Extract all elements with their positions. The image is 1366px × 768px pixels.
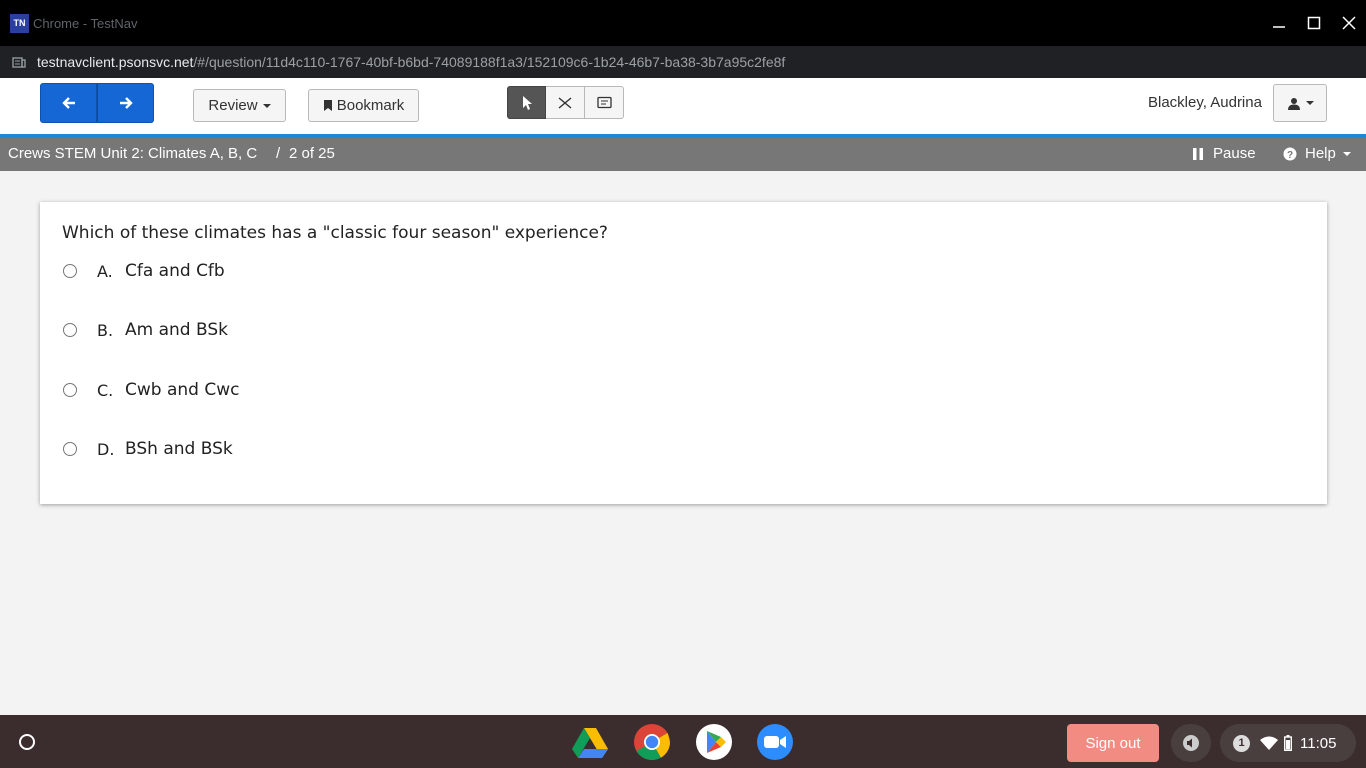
answer-option-a[interactable]: A. Cfa and Cfb	[62, 258, 462, 284]
bookmark-button[interactable]: Bookmark	[308, 89, 419, 122]
battery-icon	[1284, 735, 1292, 751]
sign-out-button[interactable]: Sign out	[1067, 724, 1159, 762]
radio-button[interactable]	[63, 264, 77, 278]
answer-option-b[interactable]: B. Am and BSk	[62, 317, 462, 343]
option-letter: B.	[97, 320, 114, 340]
window-titlebar: TN Chrome - TestNav	[0, 0, 1366, 46]
chevron-down-icon	[1342, 151, 1351, 156]
option-text: BSh and BSk	[125, 439, 233, 459]
eliminator-icon	[558, 96, 572, 109]
radio-button[interactable]	[63, 442, 77, 456]
question-card: Which of these climates has a "classic f…	[40, 202, 1327, 504]
user-icon	[1287, 97, 1300, 110]
os-shelf: Sign out 1 11:05	[0, 715, 1366, 768]
minimize-button[interactable]	[1261, 0, 1296, 46]
pause-icon	[1193, 147, 1203, 160]
chrome-icon[interactable]	[634, 724, 670, 760]
zoom-icon[interactable]	[757, 724, 793, 760]
window-controls	[1261, 0, 1366, 46]
radio-button[interactable]	[63, 383, 77, 397]
help-label: Help	[1305, 145, 1336, 162]
radio-button[interactable]	[63, 323, 77, 337]
chevron-down-icon	[1305, 101, 1314, 105]
site-info-icon[interactable]	[12, 55, 26, 69]
url-text[interactable]: testnavclient.psonsvc.net/#/question/11d…	[37, 54, 785, 70]
speaker-icon	[1183, 735, 1199, 751]
question-prompt: Which of these climates has a "classic f…	[62, 223, 608, 243]
close-button[interactable]	[1331, 0, 1366, 46]
option-letter: D.	[97, 439, 115, 459]
help-icon: ?	[1283, 147, 1297, 161]
arrow-right-icon	[119, 97, 133, 109]
pointer-tool-button[interactable]	[507, 86, 546, 119]
question-progress: 2 of 25	[289, 145, 335, 162]
maximize-icon	[1307, 16, 1320, 30]
chevron-down-icon	[262, 103, 271, 108]
option-text: Cfa and Cfb	[125, 261, 225, 281]
testnav-app-icon: TN	[10, 13, 29, 33]
arrow-left-icon	[61, 97, 75, 109]
test-name: Crews STEM Unit 2: Climates A, B, C	[8, 145, 258, 162]
pointer-icon	[522, 95, 532, 110]
notepad-icon	[596, 96, 612, 108]
launcher-button[interactable]	[12, 727, 42, 757]
answer-eliminator-button[interactable]	[546, 86, 585, 119]
main-content: Which of these climates has a "classic f…	[0, 171, 1366, 715]
url-host: testnavclient.psonsvc.net	[37, 54, 194, 70]
help-button[interactable]: ? Help	[1283, 145, 1351, 162]
review-label: Review	[208, 97, 258, 114]
window-title: Chrome - TestNav	[33, 15, 138, 31]
google-drive-icon[interactable]	[572, 724, 608, 760]
test-separator: /	[276, 145, 281, 162]
navigation-buttons	[40, 83, 154, 123]
select-to-speak-button[interactable]	[1171, 724, 1211, 762]
close-icon	[1341, 16, 1356, 30]
next-button[interactable]	[97, 83, 154, 123]
pause-button[interactable]: Pause	[1193, 145, 1256, 162]
user-menu-button[interactable]	[1273, 84, 1327, 122]
answer-tools	[507, 86, 624, 119]
option-text: Am and BSk	[125, 320, 228, 340]
play-store-icon[interactable]	[696, 724, 732, 760]
notification-count: 1	[1233, 734, 1250, 752]
option-letter: C.	[97, 380, 114, 400]
testnav-toolbar: Review Bookmark Blackley, Audrina	[0, 78, 1366, 134]
test-info-bar: Crews STEM Unit 2: Climates A, B, C / 2 …	[0, 138, 1366, 171]
clock: 11:05	[1300, 734, 1337, 752]
maximize-button[interactable]	[1296, 0, 1331, 46]
url-bar[interactable]: testnavclient.psonsvc.net/#/question/11d…	[0, 46, 1366, 78]
minimize-icon	[1272, 26, 1285, 28]
option-letter: A.	[97, 261, 113, 281]
answer-option-c[interactable]: C. Cwb and Cwc	[62, 377, 462, 403]
previous-button[interactable]	[40, 83, 97, 123]
wifi-icon	[1260, 736, 1278, 750]
option-text: Cwb and Cwc	[125, 380, 240, 400]
bookmark-label: Bookmark	[336, 97, 405, 114]
bookmark-icon	[323, 100, 332, 111]
answer-option-d[interactable]: D. BSh and BSk	[62, 436, 462, 462]
review-button[interactable]: Review	[193, 89, 286, 122]
launcher-icon	[19, 734, 35, 750]
svg-text:?: ?	[1287, 150, 1293, 161]
url-path: /#/question/11d4c110-1767-40bf-b6bd-7408…	[193, 54, 786, 70]
user-name: Blackley, Audrina	[1148, 94, 1262, 111]
system-status-area[interactable]: 1 11:05	[1220, 724, 1356, 762]
pause-label: Pause	[1213, 145, 1256, 162]
notepad-button[interactable]	[585, 86, 624, 119]
